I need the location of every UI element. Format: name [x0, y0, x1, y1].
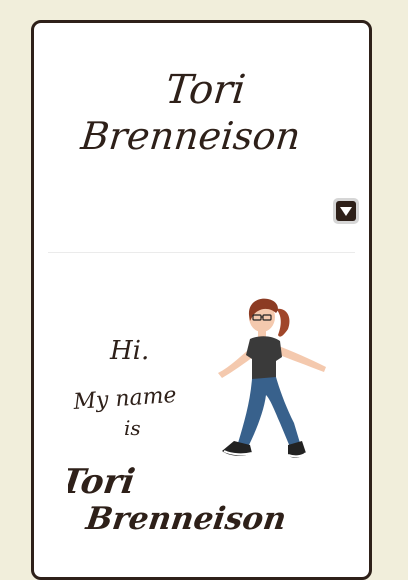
character-illustration: [218, 298, 326, 458]
site-logo[interactable]: Tori Brenneison: [74, 57, 344, 167]
main-card: Tori Brenneison Hi. My name is Tori Bren…: [31, 20, 372, 580]
logo-last-name: Brenneison: [78, 114, 303, 158]
greeting: Hi.: [109, 336, 149, 366]
intro-first-name: Tori: [68, 462, 137, 502]
intro-last-name: Brenneison: [83, 501, 288, 537]
header-divider: [48, 252, 355, 253]
chevron-down-icon: [340, 206, 352, 216]
menu-toggle-button[interactable]: [333, 198, 359, 224]
menu-toggle-inner: [336, 201, 356, 221]
logo-first-name: Tori: [163, 67, 247, 113]
my-name-text: My name: [72, 383, 178, 415]
is-text: is: [124, 416, 141, 440]
